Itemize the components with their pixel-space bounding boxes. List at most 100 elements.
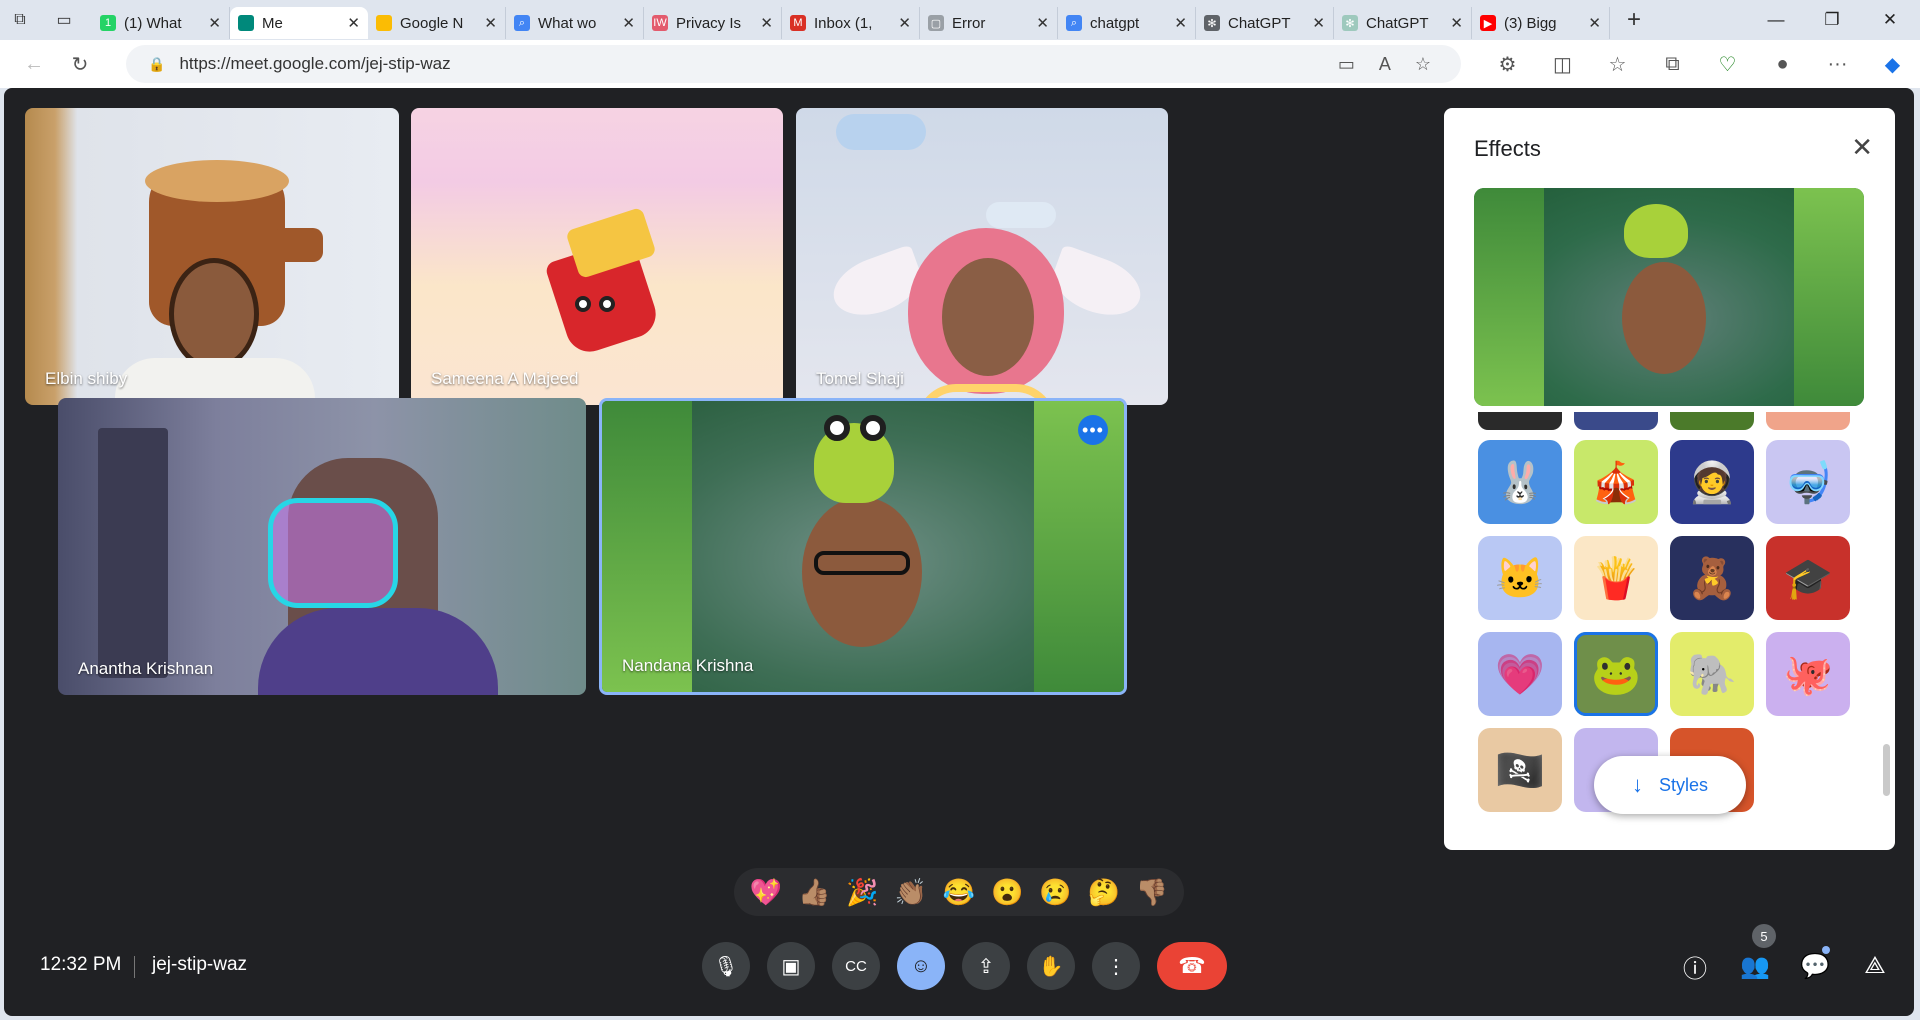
reaction-emoji-6[interactable]: 😮 xyxy=(991,877,1023,908)
close-tab-icon[interactable]: ✕ xyxy=(1036,14,1049,32)
hang-up-icon: ☎ xyxy=(1178,953,1206,978)
cat-glasses-effect[interactable]: 🐱 xyxy=(1478,536,1562,620)
captions-button[interactable]: CC xyxy=(832,942,880,990)
fries-effect[interactable]: 🍟 xyxy=(1574,536,1658,620)
tab-label: What wo xyxy=(538,14,597,32)
people-button[interactable]: 👥 5 xyxy=(1740,924,1776,988)
back-button[interactable]: ← xyxy=(12,42,56,86)
people-icon: 👥 xyxy=(1740,952,1770,980)
reload-button[interactable]: ↻ xyxy=(58,42,102,86)
participant-tile-5[interactable]: ••• Nandana Krishna xyxy=(599,398,1127,695)
participant-name: Anantha Krishnan xyxy=(78,659,214,678)
reaction-emoji-8[interactable]: 🤔 xyxy=(1087,877,1119,908)
participant-name: Sameena A Majeed xyxy=(431,369,579,388)
frog-effect[interactable]: 🐸 xyxy=(1574,632,1658,716)
browser-tab-6[interactable]: M Inbox (1, ✕ xyxy=(782,7,920,39)
reactions-button[interactable]: ☺ xyxy=(897,942,945,990)
vertical-dots-icon: ⋮ xyxy=(1106,955,1126,978)
favorites-icon[interactable]: ☆ xyxy=(1590,42,1645,86)
fries-eyes xyxy=(575,296,621,318)
sleeping-bear-effect[interactable]: 🧸 xyxy=(1670,536,1754,620)
close-tab-icon[interactable]: ✕ xyxy=(347,14,360,32)
favorite-star-icon[interactable]: ☆ xyxy=(1415,54,1431,75)
activities-button[interactable]: ⟁ xyxy=(1860,944,1890,988)
effects-scrollbar[interactable] xyxy=(1883,744,1890,796)
camera-icon: ▣ xyxy=(781,955,801,978)
reaction-emoji-2[interactable]: 👍🏽 xyxy=(798,877,830,908)
browser-toolbar: ⚙ ◫ ☆ ⧉ ♡ ● ··· ◆ xyxy=(1480,40,1920,88)
reaction-emoji-1[interactable]: 💖 xyxy=(750,877,782,908)
split-screen-icon[interactable]: ◫ xyxy=(1535,42,1590,86)
close-window-button[interactable]: ✕ xyxy=(1862,0,1918,40)
heart-rainbow-effect[interactable]: 💗 xyxy=(1478,632,1562,716)
collections-icon[interactable]: ⧉ xyxy=(1645,42,1700,86)
extensions-icon[interactable]: ⚙ xyxy=(1480,42,1535,86)
minimize-button[interactable]: — xyxy=(1748,0,1804,40)
tab-actions-icon[interactable]: ▭ xyxy=(44,0,84,40)
octopus-effect[interactable]: 🐙 xyxy=(1766,632,1850,716)
participant-tile-4[interactable]: Anantha Krishnan xyxy=(58,398,586,695)
browser-tab-9[interactable]: ✻ ChatGPT ✕ xyxy=(1196,7,1334,39)
styles-button[interactable]: ↓ Styles xyxy=(1594,756,1746,814)
browser-tab-7[interactable]: ▢ Error ✕ xyxy=(920,7,1058,39)
close-tab-icon[interactable]: ✕ xyxy=(622,14,635,32)
camera-button[interactable]: ▣ xyxy=(767,942,815,990)
participant-tile-2[interactable]: Sameena A Majeed xyxy=(411,108,783,405)
copilot-icon[interactable]: ◆ xyxy=(1865,42,1920,86)
reaction-emoji-7[interactable]: 😢 xyxy=(1039,877,1071,908)
close-tab-icon[interactable]: ✕ xyxy=(208,14,221,32)
browser-essentials-icon[interactable]: ♡ xyxy=(1700,42,1755,86)
meeting-details-button[interactable]: ⓘ xyxy=(1680,944,1710,988)
browser-tab-10[interactable]: ✻ ChatGPT ✕ xyxy=(1334,7,1472,39)
address-bar[interactable]: 🔒 https://meet.google.com/jej-stip-waz ▭… xyxy=(126,45,1461,83)
close-tab-icon[interactable]: ✕ xyxy=(1312,14,1325,32)
graduation-cap-effect[interactable]: 🎓 xyxy=(1766,536,1850,620)
bunny-effect[interactable]: 🐰 xyxy=(1478,440,1562,524)
reaction-emoji-9[interactable]: 👎🏽 xyxy=(1136,877,1168,908)
tent-effect[interactable]: 🎪 xyxy=(1574,440,1658,524)
stump-branch xyxy=(273,228,323,262)
close-tab-icon[interactable]: ✕ xyxy=(898,14,911,32)
browser-tab-2[interactable]: Me ✕ xyxy=(230,7,368,39)
present-screen-button[interactable]: ⇪ xyxy=(962,942,1010,990)
meet-icon xyxy=(238,15,254,31)
close-tab-icon[interactable]: ✕ xyxy=(1174,14,1187,32)
microphone-button[interactable]: 🎙 xyxy=(702,942,750,990)
purple-shirt xyxy=(258,608,498,695)
participant-tile-3[interactable]: Tomel Shaji xyxy=(796,108,1168,405)
new-tab-button[interactable]: + xyxy=(1614,0,1654,40)
diver-effect[interactable]: 🤿 xyxy=(1766,440,1850,524)
read-aloud-icon[interactable]: A xyxy=(1379,54,1391,75)
close-effects-button[interactable]: ✕ xyxy=(1851,132,1873,163)
close-tab-icon[interactable]: ✕ xyxy=(1588,14,1601,32)
settings-more-icon[interactable]: ··· xyxy=(1810,42,1865,86)
video-camera-icon[interactable]: ▭ xyxy=(1338,54,1355,75)
tab-list: 1 (1) What ✕ Me ✕ Google N ✕ ⌕ What wo ✕ IW Privacy… xyxy=(92,1,1610,39)
cloud xyxy=(836,114,926,150)
fries xyxy=(565,206,657,280)
chat-button[interactable]: 💬 xyxy=(1800,944,1830,988)
browser-tab-3[interactable]: Google N ✕ xyxy=(368,7,506,39)
reaction-emoji-3[interactable]: 🎉 xyxy=(846,877,878,908)
elephant-effect[interactable]: 🐘 xyxy=(1670,632,1754,716)
close-tab-icon[interactable]: ✕ xyxy=(484,14,497,32)
leave-call-button[interactable]: ☎ xyxy=(1157,942,1227,990)
raise-hand-button[interactable]: ✋ xyxy=(1027,942,1075,990)
browser-tab-11[interactable]: ▶ (3) Bigg ✕ xyxy=(1472,7,1610,39)
browser-tab-4[interactable]: ⌕ What wo ✕ xyxy=(506,7,644,39)
browser-tab-8[interactable]: ⌕ chatgpt ✕ xyxy=(1058,7,1196,39)
reaction-emoji-4[interactable]: 👏🏽 xyxy=(895,877,927,908)
browser-tab-5[interactable]: IW Privacy Is ✕ xyxy=(644,7,782,39)
close-tab-icon[interactable]: ✕ xyxy=(1450,14,1463,32)
more-options-button[interactable]: ••• xyxy=(1078,415,1108,445)
maximize-button[interactable]: ❐ xyxy=(1804,0,1860,40)
close-tab-icon[interactable]: ✕ xyxy=(760,14,773,32)
workspaces-icon[interactable]: ⧉ xyxy=(0,0,40,40)
participant-tile-1[interactable]: Elbin shiby xyxy=(25,108,399,405)
more-options-button[interactable]: ⋮ xyxy=(1092,942,1140,990)
pirate-effect[interactable]: 🏴‍☠️ xyxy=(1478,728,1562,812)
reaction-emoji-5[interactable]: 😂 xyxy=(943,877,975,908)
profile-icon[interactable]: ● xyxy=(1755,42,1810,86)
astronaut-effect[interactable]: 🧑‍🚀 xyxy=(1670,440,1754,524)
browser-tab-1[interactable]: 1 (1) What ✕ xyxy=(92,7,230,39)
